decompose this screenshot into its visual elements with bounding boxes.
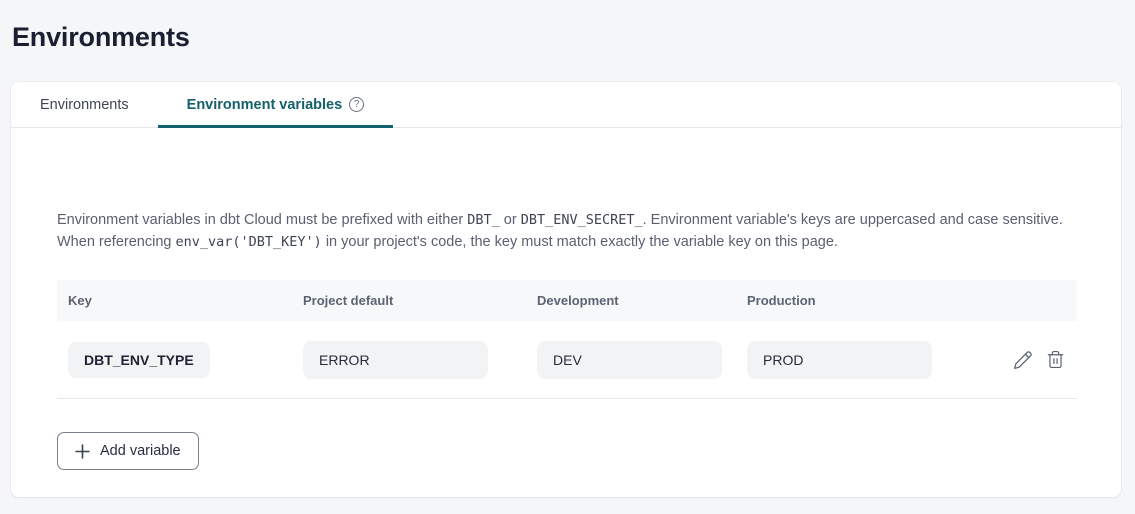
environment-variables-card: Environments Environment variables ? Env… [11,82,1121,497]
description-code-secret-prefix: DBT_ENV_SECRET_ [521,212,643,228]
column-header-project-default: Project default [292,293,526,308]
pencil-icon [1013,350,1033,370]
description-code-env-var: env_var('DBT_KEY') [175,234,321,250]
variable-key-badge: DBT_ENV_TYPE [68,342,210,378]
cell-key: DBT_ENV_TYPE [57,342,292,378]
tab-environments-label: Environments [40,97,129,113]
tab-environment-variables-label: Environment variables [187,97,343,113]
table-row: DBT_ENV_TYPE ERROR DEV PROD [57,321,1077,399]
tab-bar: Environments Environment variables ? [11,82,1121,128]
add-variable-button[interactable]: Add variable [57,432,199,470]
cell-row-actions [946,348,1077,372]
project-default-value: ERROR [303,341,488,379]
production-value: PROD [747,341,932,379]
help-circle-icon[interactable]: ? [349,97,364,112]
edit-variable-button[interactable] [1011,348,1035,372]
add-variable-label: Add variable [100,443,181,459]
table-header-row: Key Project default Development Producti… [57,280,1077,321]
development-value: DEV [537,341,722,379]
column-header-production: Production [736,293,946,308]
delete-variable-button[interactable] [1044,348,1067,371]
description-segment: or [500,212,521,228]
tab-environments[interactable]: Environments [11,82,158,127]
cell-project-default: ERROR [292,341,526,379]
cell-production: PROD [736,341,946,379]
cell-development: DEV [526,341,736,379]
description-code-dbt-prefix: DBT_ [467,212,500,228]
card-body: Environment variables in dbt Cloud must … [11,209,1121,470]
tab-environment-variables[interactable]: Environment variables ? [158,82,394,127]
plus-icon [75,444,90,459]
column-header-key: Key [57,293,292,308]
description-segment: Environment variables in dbt Cloud must … [57,212,467,228]
environment-variables-table: Key Project default Development Producti… [57,280,1077,399]
description-segment: in your project's code, the key must mat… [322,234,838,250]
column-header-development: Development [526,293,736,308]
trash-icon [1046,350,1065,369]
description-text: Environment variables in dbt Cloud must … [57,209,1077,253]
page-title: Environments [12,22,190,53]
